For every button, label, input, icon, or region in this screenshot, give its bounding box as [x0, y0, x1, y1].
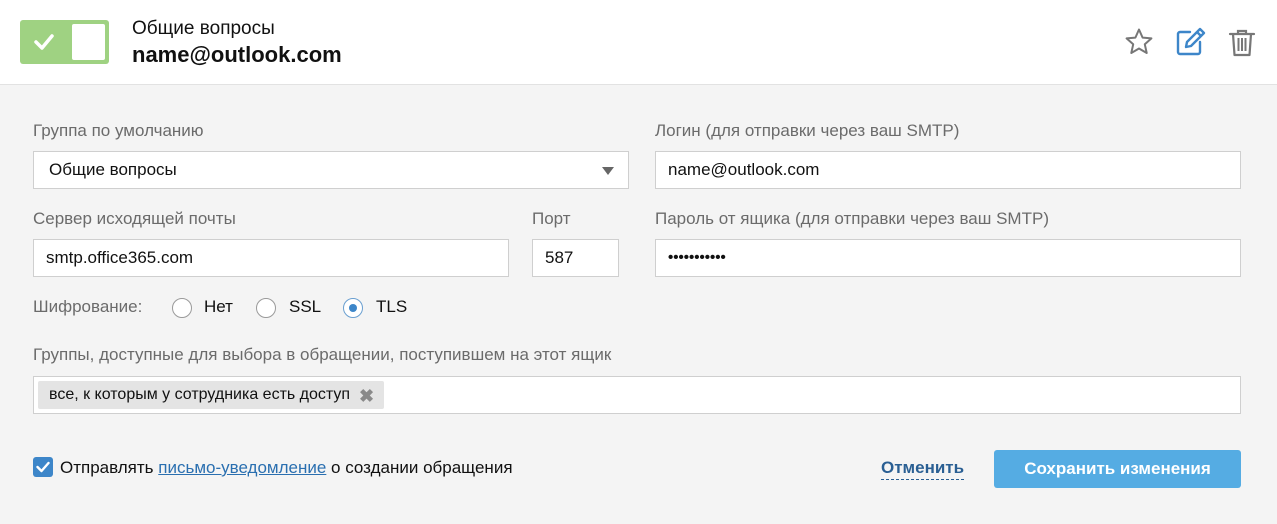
checkmark-icon	[36, 461, 50, 473]
mailbox-active-toggle[interactable]	[20, 20, 109, 64]
smtp-server-label: Сервер исходящей почты	[33, 209, 236, 228]
encryption-none-label: Нет	[204, 297, 233, 316]
cancel-button[interactable]: Отменить	[881, 458, 965, 480]
remove-tag-icon[interactable]: ✖	[359, 382, 374, 410]
groups-label: Группы, доступные для выбора в обращении…	[33, 345, 612, 364]
save-changes-button[interactable]: Сохранить изменения	[994, 450, 1241, 488]
trash-icon[interactable]	[1226, 26, 1258, 58]
default-group-label: Группа по умолчанию	[33, 121, 204, 140]
port-label: Порт	[532, 209, 571, 228]
login-input[interactable]: name@outlook.com	[655, 151, 1241, 189]
smtp-server-input[interactable]: smtp.office365.com	[33, 239, 509, 277]
notify-text-before: Отправлять	[60, 458, 159, 477]
password-input[interactable]: •••••••••••	[655, 239, 1241, 277]
port-input[interactable]: 587	[532, 239, 619, 277]
notify-checkbox[interactable]	[33, 457, 53, 477]
edit-icon[interactable]	[1174, 26, 1206, 58]
encryption-tls-label: TLS	[376, 297, 408, 316]
encryption-ssl-radio[interactable]	[256, 298, 276, 318]
group-tag: все, к которым у сотрудника есть доступ …	[38, 381, 385, 410]
encryption-none-radio[interactable]	[172, 298, 192, 318]
mailbox-header: Общие вопросы name@outlook.com	[0, 0, 1277, 85]
groups-tags-input[interactable]: все, к которым у сотрудника есть доступ …	[33, 376, 1241, 414]
login-label: Логин (для отправки через ваш SMTP)	[655, 121, 960, 140]
header-group-name: Общие вопросы	[132, 18, 275, 39]
notify-text-after: о создании обращения	[326, 458, 513, 477]
password-label: Пароль от ящика (для отправки через ваш …	[655, 209, 1049, 228]
star-icon[interactable]	[1123, 26, 1155, 58]
group-tag-label: все, к которым у сотрудника есть доступ	[49, 386, 351, 403]
default-group-value: Общие вопросы	[49, 160, 177, 179]
encryption-tls-radio[interactable]	[343, 298, 363, 318]
notify-letter-link[interactable]: письмо-уведомление	[158, 458, 326, 477]
dropdown-caret-icon	[602, 167, 614, 175]
check-icon	[34, 34, 54, 50]
encryption-ssl-label: SSL	[289, 297, 322, 316]
default-group-select[interactable]: Общие вопросы	[33, 151, 629, 189]
toggle-knob	[72, 24, 105, 60]
header-email: name@outlook.com	[132, 42, 342, 67]
notify-text: Отправлять письмо-уведомление о создании…	[60, 458, 513, 478]
encryption-label: Шифрование:	[33, 297, 143, 316]
